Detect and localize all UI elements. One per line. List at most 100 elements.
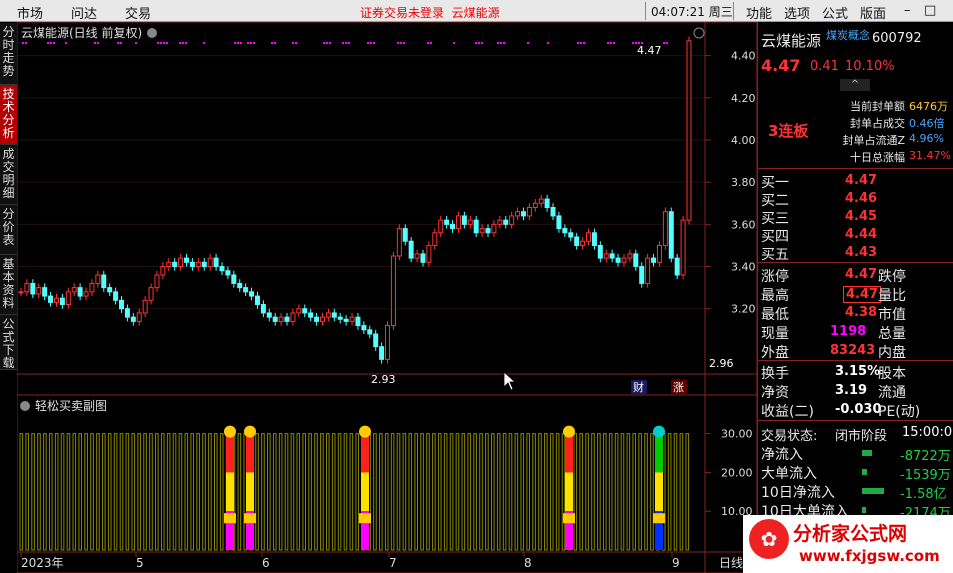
candle-body (272, 316, 278, 322)
candle-body (455, 215, 461, 230)
candle-body (467, 219, 473, 225)
tab-price-table[interactable]: 分价表 (0, 205, 17, 255)
candle-body (686, 40, 692, 221)
fund-value: 3.15% (835, 364, 881, 379)
candle-body (314, 316, 320, 322)
flow-value: -1.58亿 (900, 487, 947, 502)
signal-column-segment (246, 472, 254, 512)
x-axis-labels: 2023年 5 6 7 8 9 (20, 552, 680, 570)
candle-body (154, 274, 160, 289)
sub-chart-dropdown-icon[interactable] (20, 401, 30, 411)
signal-dot (373, 42, 375, 44)
bid-price[interactable]: 4.46 (845, 191, 877, 206)
signal-dot (397, 42, 399, 44)
current-price-label: 2.96 (709, 357, 734, 370)
sub-bar (237, 433, 242, 551)
candle-body (627, 253, 633, 259)
candle-body (243, 287, 249, 293)
tab-profile[interactable]: 基本资料 (0, 255, 17, 315)
sub-bar (302, 433, 307, 551)
fund-label-2: 流通 (878, 385, 906, 401)
signal-dot (342, 42, 344, 44)
stock-concept[interactable]: 煤炭概念 (826, 27, 870, 43)
y-tick-label: 3.20 (731, 303, 756, 316)
candle-body (83, 291, 89, 297)
menu-trade[interactable]: 交易 (125, 3, 151, 22)
candle-body (379, 346, 385, 360)
sub-bar (402, 433, 407, 551)
tab-intraday[interactable]: 分时走势 (0, 23, 17, 85)
sub-bar (514, 433, 519, 551)
fund-value: 3.19 (835, 383, 868, 398)
maximize-icon[interactable]: □ (924, 3, 936, 18)
tab-trades[interactable]: 成交明细 (0, 145, 17, 205)
y-tick-label: 3.80 (731, 176, 756, 189)
watermark-brand: 分析家公式网 (793, 523, 908, 545)
menu-formula[interactable]: 公式 (822, 3, 848, 22)
sub-bar (396, 433, 401, 551)
sub-bar (337, 433, 342, 551)
bid-price[interactable]: 4.44 (845, 227, 877, 242)
candle-body (325, 312, 331, 318)
period-label[interactable]: 日线 (719, 556, 743, 570)
bid-label: 买三 (761, 211, 789, 227)
candle-body (373, 333, 379, 348)
menu-market[interactable]: 市场 (17, 3, 43, 22)
menu-func[interactable]: 功能 (746, 3, 772, 22)
signal-dot (247, 42, 249, 44)
candle-body (160, 266, 166, 276)
limit-row-label: 封单占流通Z (842, 134, 905, 147)
sub-bar (343, 433, 348, 551)
sub-bar (48, 433, 53, 551)
login-notice[interactable]: 证券交易未登录 云煤能源 (360, 4, 500, 21)
candle-body (18, 291, 24, 294)
candle-body (53, 297, 59, 303)
signal-dot (53, 42, 55, 44)
sub-bar (278, 433, 283, 551)
candle-body (95, 274, 101, 284)
tab-formula-download[interactable]: 公式下载 (0, 315, 17, 370)
sub-y-tick-label: 20.00 (721, 466, 753, 479)
signal-dot (250, 42, 252, 44)
candle-body (668, 211, 674, 259)
signal-dot (663, 42, 665, 44)
quote-value: 83243 (830, 343, 876, 358)
minimize-icon[interactable]: – (904, 3, 911, 18)
bid-price[interactable]: 4.43 (845, 245, 877, 260)
sub-bar (538, 433, 542, 551)
signal-dot (666, 42, 668, 44)
chart-title-dropdown-icon[interactable] (147, 28, 157, 38)
sub-bar (308, 433, 312, 551)
sub-bar (573, 433, 578, 551)
candle-body (189, 261, 195, 268)
kline-chart[interactable]: 4.404.204.003.803.603.403.20 30.0020.001… (17, 22, 757, 573)
collapse-icon[interactable]: ^ (840, 79, 870, 91)
sub-bar (143, 433, 147, 551)
sub-bar (408, 433, 413, 551)
tab-technical[interactable]: 技术分析 (0, 85, 17, 145)
menu-options[interactable]: 选项 (784, 3, 810, 22)
bid-price[interactable]: 4.45 (845, 209, 877, 224)
signal-dot (240, 42, 242, 44)
signal-dot (166, 42, 168, 44)
sub-bar (673, 433, 678, 551)
quote-value: 4.47 (845, 267, 878, 282)
sub-bar (561, 433, 566, 551)
flow-value: -8722万 (900, 449, 951, 464)
candle-body (284, 316, 290, 322)
sub-bar (325, 433, 330, 551)
menu-layout[interactable]: 版面 (860, 3, 886, 22)
candle-body (568, 232, 574, 238)
sub-bar (591, 433, 595, 551)
menu-ask[interactable]: 问达 (71, 3, 97, 22)
candle-body (479, 228, 485, 234)
bid-price[interactable]: 4.47 (845, 173, 877, 188)
quote-value: 4.47 (843, 286, 882, 303)
signal-dot (47, 42, 49, 44)
candle-body (645, 257, 651, 284)
chart-settings-icon[interactable] (693, 27, 705, 39)
candle-body (520, 211, 526, 217)
x-tick-label: 6 (262, 556, 270, 570)
signal-arrow-icon (224, 425, 236, 438)
candle-body (526, 206, 532, 217)
